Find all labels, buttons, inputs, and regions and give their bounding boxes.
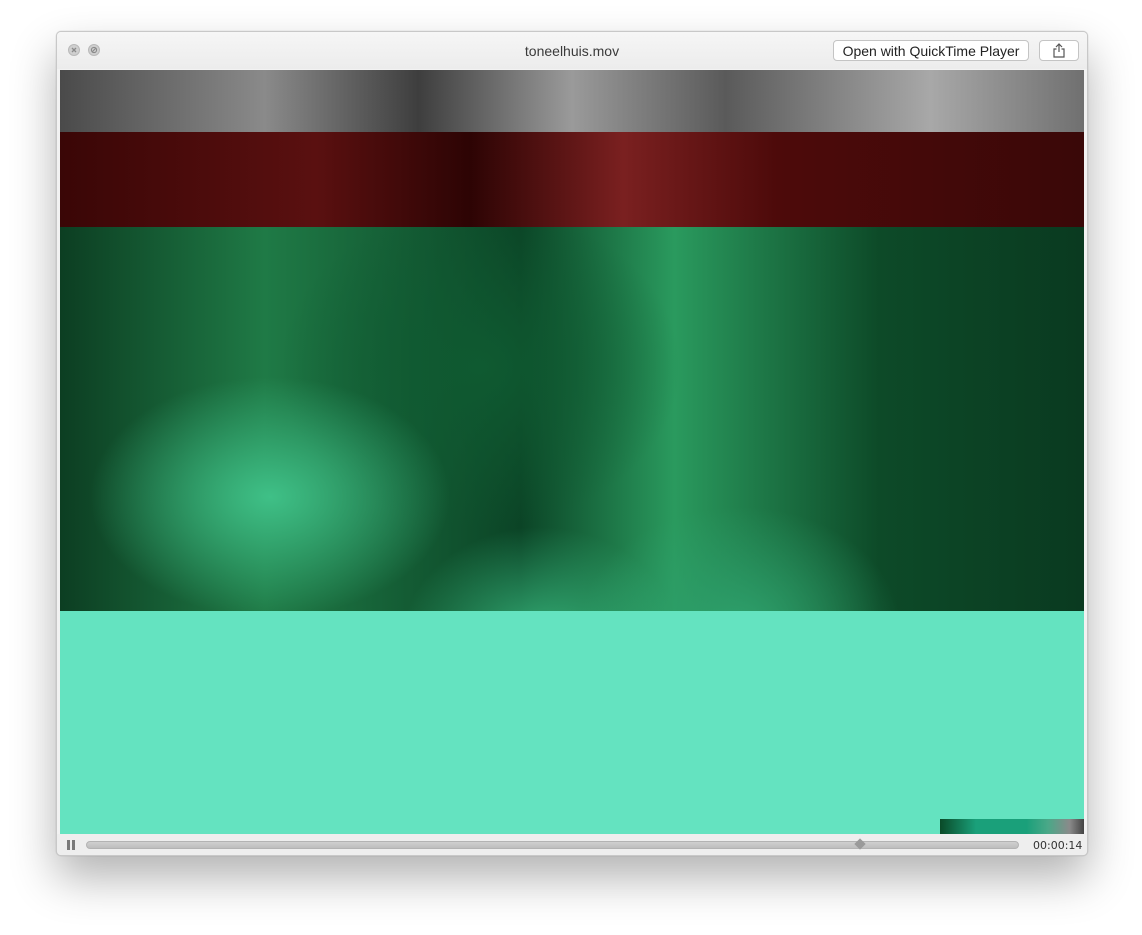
open-with-quicktime-button[interactable]: Open with QuickTime Player — [833, 40, 1029, 61]
playback-controls: 00:00:14 — [57, 834, 1087, 855]
elapsed-time: 00:00:14 — [1033, 839, 1083, 852]
minimize-icon[interactable] — [88, 44, 100, 56]
title-bar: toneelhuis.mov Open with QuickTime Playe… — [57, 32, 1087, 69]
share-button[interactable] — [1039, 40, 1079, 61]
video-mint-band — [60, 611, 1084, 834]
share-icon — [1053, 43, 1065, 58]
video-frame[interactable] — [60, 70, 1084, 834]
progress-track[interactable] — [86, 841, 1019, 849]
pause-icon[interactable] — [67, 840, 77, 850]
quicklook-window: toneelhuis.mov Open with QuickTime Playe… — [56, 31, 1088, 856]
video-green-band — [60, 227, 1084, 627]
video-gray-band — [60, 70, 1084, 132]
close-icon[interactable] — [68, 44, 80, 56]
video-glitch-strip — [940, 819, 1084, 834]
video-red-band — [60, 132, 1084, 227]
